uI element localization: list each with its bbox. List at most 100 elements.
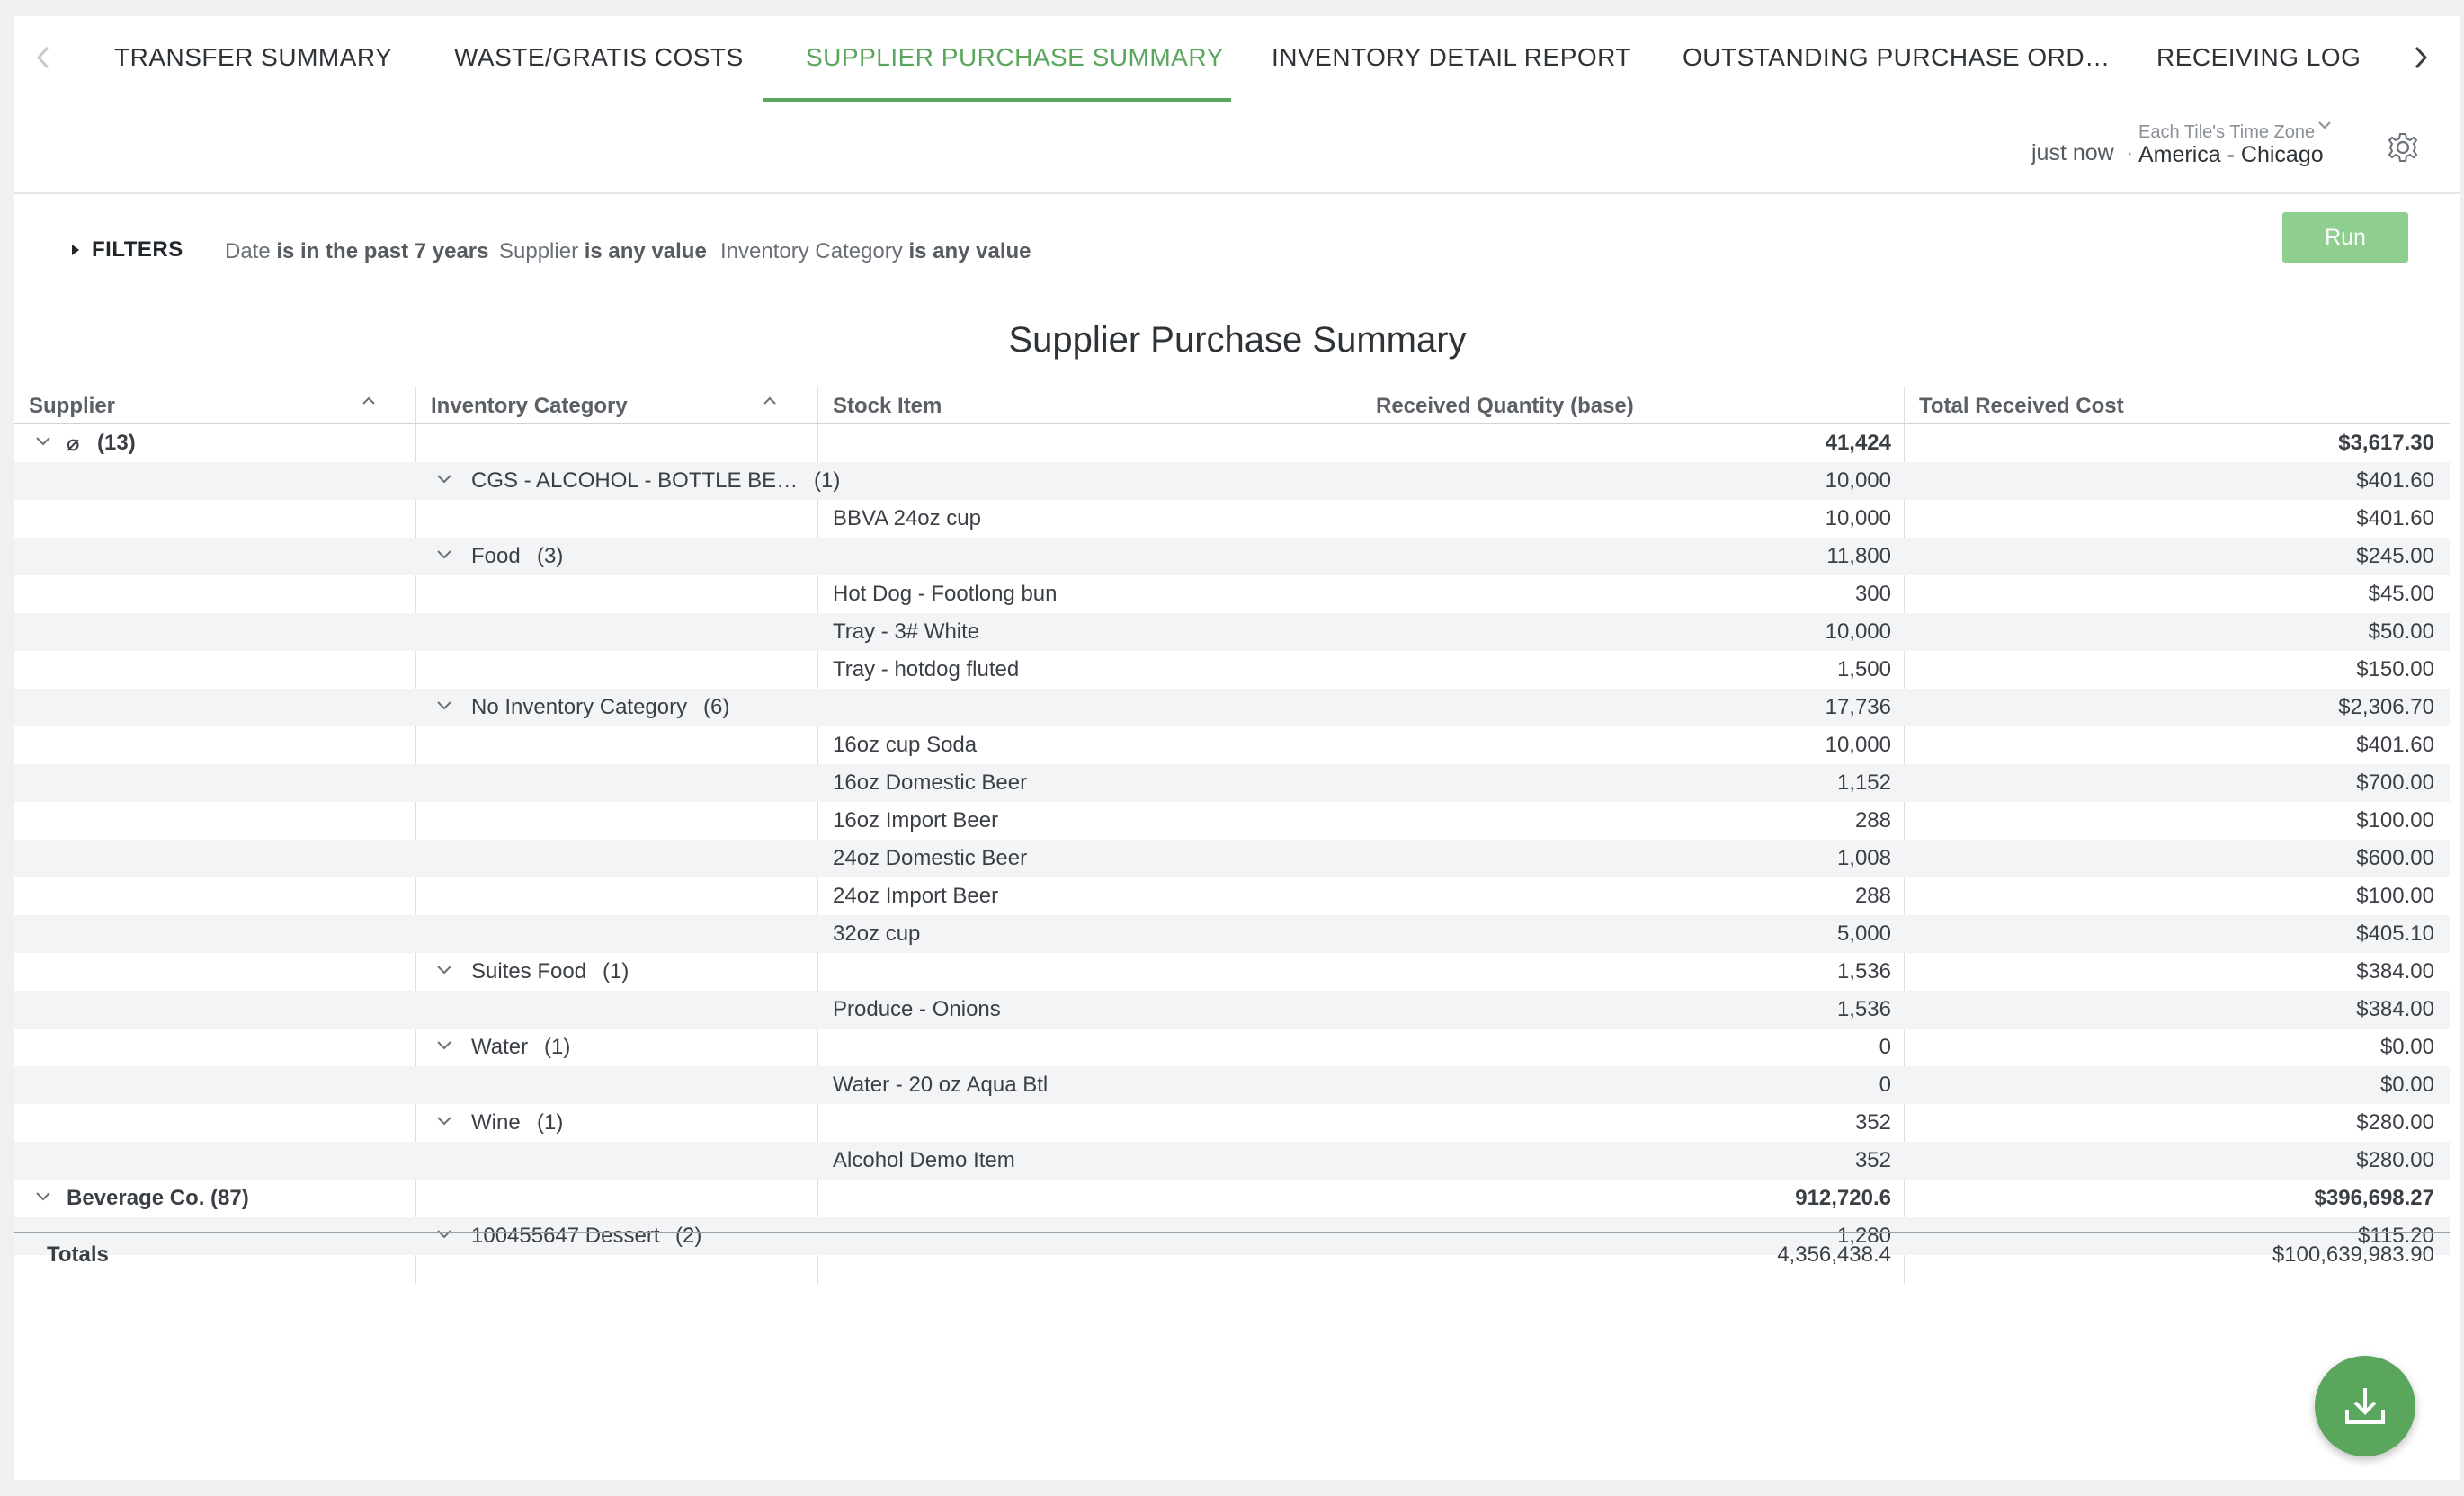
total-received-cost: $245.00	[2356, 544, 2434, 568]
category-name: Water	[471, 1035, 529, 1059]
table-row[interactable]: CGS - ALCOHOL - BOTTLE BE… 10,000 $401.60 (…	[14, 462, 2450, 500]
total-received-cost: $150.00	[2356, 657, 2434, 681]
total-received-cost: $384.00	[2356, 959, 2434, 984]
group-count: (1)	[603, 959, 629, 984]
received-quantity: 10,000	[1825, 733, 1891, 757]
stock-item-name: 16oz Domestic Beer	[833, 770, 1028, 795]
table-row[interactable]: Beverage Co. (87) 912,720.6 $396,698.27	[14, 1180, 2450, 1217]
column-header-stock-item[interactable]: Stock Item	[833, 394, 942, 419]
chevron-down-icon[interactable]	[435, 1115, 453, 1132]
received-quantity: 1,536	[1836, 997, 1891, 1021]
received-quantity: 352	[1854, 1110, 1891, 1135]
stock-item-name: Tray - 3# White	[833, 619, 980, 644]
filter-supplier[interactable]: Supplier is any value	[499, 239, 707, 264]
stock-item-name: 16oz cup Soda	[833, 733, 978, 757]
download-button[interactable]	[2315, 1356, 2415, 1456]
stock-item-name: Produce - Onions	[833, 997, 1001, 1021]
total-received-cost: $384.00	[2356, 997, 2434, 1021]
filter-inventory-category[interactable]: Inventory Category is any value	[720, 239, 1031, 264]
active-tab-indicator	[763, 98, 1231, 102]
tab-inventory-detail-report[interactable]: INVENTORY DETAIL REPORT	[1272, 43, 1631, 72]
table-row[interactable]: Suites Food 1,536 $384.00 (1)	[14, 953, 2450, 991]
table-row[interactable]: Wine 352 $280.00 (1)	[14, 1104, 2450, 1142]
table-row[interactable]: No Inventory Category 17,736 $2,306.70 (6)	[14, 689, 2450, 726]
chevron-down-icon[interactable]	[34, 435, 52, 452]
table-row: BBVA 24oz cup 10,000 $401.60	[14, 500, 2450, 538]
column-header-received-quantity[interactable]: Received Quantity (base)	[1376, 394, 1634, 419]
report-card: TRANSFER SUMMARY WASTE/GRATIS COSTS SUPP…	[14, 16, 2460, 1480]
totals-quantity: 4,356,438.4	[1777, 1242, 1891, 1267]
received-quantity: 10,000	[1825, 468, 1891, 493]
report-title: Supplier Purchase Summary	[1008, 320, 1467, 360]
total-received-cost: $280.00	[2356, 1148, 2434, 1172]
filter-date[interactable]: Date is in the past 7 years	[225, 239, 488, 264]
received-quantity: 11,800	[1826, 544, 1891, 568]
run-button[interactable]: Run	[2282, 212, 2408, 263]
received-quantity: 288	[1854, 884, 1891, 908]
tab-supplier-purchase-summary[interactable]: SUPPLIER PURCHASE SUMMARY	[806, 43, 1224, 72]
table-row: Water - 20 oz Aqua Btl 0 $0.00	[14, 1066, 2450, 1104]
tab-bar: TRANSFER SUMMARY WASTE/GRATIS COSTS SUPP…	[14, 16, 2460, 102]
received-quantity: 1,152	[1836, 770, 1891, 795]
column-header-supplier[interactable]: Supplier	[29, 394, 115, 419]
category-name: Suites Food	[471, 959, 587, 984]
table-row: 16oz Domestic Beer 1,152 $700.00	[14, 764, 2450, 802]
total-received-cost: $100.00	[2356, 808, 2434, 833]
received-quantity: 288	[1854, 808, 1891, 833]
received-quantity: 10,000	[1825, 506, 1891, 530]
table-header: Supplier Inventory Category Stock Item R…	[14, 387, 2450, 424]
total-received-cost: $280.00	[2356, 1110, 2434, 1135]
download-icon	[2345, 1388, 2385, 1424]
stock-item-name: 16oz Import Beer	[833, 808, 999, 833]
table-row: 24oz Import Beer 288 $100.00	[14, 877, 2450, 915]
table-row: Alcohol Demo Item 352 $280.00	[14, 1142, 2450, 1180]
received-quantity: 912,720.6	[1795, 1186, 1891, 1210]
received-quantity: 41,424	[1825, 431, 1891, 455]
total-received-cost: $396,698.27	[2314, 1186, 2434, 1210]
chevron-down-icon[interactable]	[34, 1190, 52, 1207]
stock-item-name: 32oz cup	[833, 922, 921, 946]
chevron-down-icon[interactable]	[435, 548, 453, 565]
chevron-down-icon[interactable]	[435, 473, 453, 490]
table-row: Hot Dog - Footlong bun 300 $45.00	[14, 575, 2450, 613]
chevron-down-icon[interactable]	[2317, 119, 2333, 131]
tab-receiving-log[interactable]: RECEIVING LOG	[2156, 43, 2361, 72]
category-name: CGS - ALCOHOL - BOTTLE BE…	[471, 468, 799, 493]
table-row[interactable]: ⌀ (13) 41,424 $3,617.30	[14, 424, 2450, 462]
total-received-cost: $2,306.70	[2338, 695, 2434, 719]
received-quantity: 0	[1879, 1035, 1891, 1059]
received-quantity: 1,008	[1836, 846, 1891, 870]
totals-label: Totals	[47, 1242, 109, 1267]
chevron-down-icon[interactable]	[435, 699, 453, 717]
table-row[interactable]: Food 11,800 $245.00 (3)	[14, 538, 2450, 575]
received-quantity: 17,736	[1825, 695, 1891, 719]
sort-asc-icon[interactable]	[360, 392, 378, 410]
report-table: Supplier Inventory Category Stock Item R…	[14, 387, 2450, 1255]
received-quantity: 5,000	[1836, 922, 1891, 946]
table-row[interactable]: Water 0 $0.00 (1)	[14, 1028, 2450, 1066]
gear-icon[interactable]	[2385, 129, 2421, 165]
timezone-label[interactable]: Each Tile's Time Zone	[2138, 122, 2315, 143]
filters-toggle[interactable]: FILTERS	[70, 237, 183, 263]
tabs-scroll-right-button[interactable]	[2399, 36, 2442, 79]
total-received-cost: $405.10	[2356, 922, 2434, 946]
received-quantity: 10,000	[1825, 619, 1891, 644]
tab-outstanding-purchase-orders[interactable]: OUTSTANDING PURCHASE ORD…	[1683, 43, 2111, 72]
filters-label: FILTERS	[92, 237, 183, 262]
column-header-inventory-category[interactable]: Inventory Category	[431, 394, 628, 419]
tabs-scroll-left-button[interactable]	[22, 36, 65, 79]
group-count: (1)	[537, 1110, 564, 1135]
column-header-total-received-cost[interactable]: Total Received Cost	[1919, 394, 2124, 419]
received-quantity: 1,536	[1836, 959, 1891, 984]
total-received-cost: $401.60	[2356, 506, 2434, 530]
tab-waste-gratis-costs[interactable]: WASTE/GRATIS COSTS	[454, 43, 744, 72]
received-quantity: 0	[1879, 1073, 1891, 1097]
tab-transfer-summary[interactable]: TRANSFER SUMMARY	[114, 43, 392, 72]
chevron-down-icon[interactable]	[435, 1039, 453, 1056]
stock-item-name: Tray - hotdog fluted	[833, 657, 1020, 681]
chevron-down-icon[interactable]	[435, 964, 453, 981]
supplier-name: Beverage Co.	[67, 1186, 205, 1210]
sort-asc-icon[interactable]	[761, 392, 779, 410]
timezone-select[interactable]: America - Chicago	[2138, 142, 2324, 168]
total-received-cost: $3,617.30	[2338, 431, 2434, 455]
